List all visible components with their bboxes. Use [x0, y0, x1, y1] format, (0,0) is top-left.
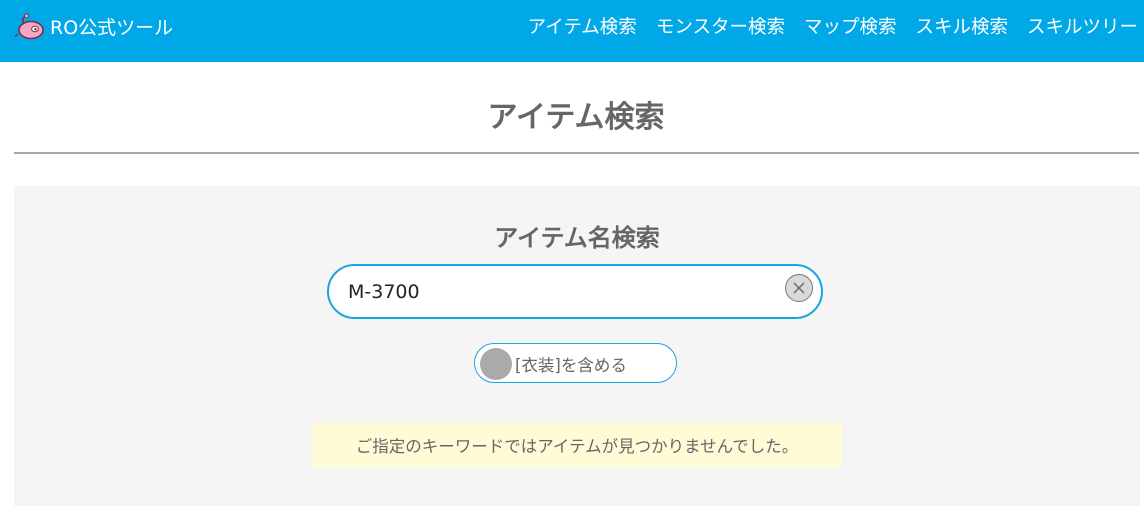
toggle-label: [衣装]を含める: [515, 356, 627, 375]
toggle-knob: [480, 348, 512, 380]
page-title: アイテム検索: [487, 100, 665, 135]
nav-item-monster-search[interactable]: モンスター検索: [656, 13, 785, 39]
poring-logo-icon: [14, 13, 44, 40]
brand-link[interactable]: RO公式ツール: [14, 12, 173, 40]
close-icon: [793, 282, 805, 294]
no-results-notice: ご指定のキーワードではアイテムが見つかりませんでした。: [312, 423, 842, 467]
search-box: [327, 264, 823, 319]
nav-item-skill-search[interactable]: スキル検索: [915, 13, 1008, 39]
nav-item-item-search[interactable]: アイテム検索: [528, 13, 637, 39]
section-title: アイテム名検索: [494, 224, 660, 252]
nav-item-map-search[interactable]: マップ検索: [804, 13, 897, 39]
include-costume-toggle[interactable]: [衣装]を含める: [474, 343, 677, 383]
main-nav: アイテム検索 モンスター検索 マップ検索 スキル検索 スキルツリー: [509, 12, 1138, 40]
top-navbar: RO公式ツール アイテム検索 モンスター検索 マップ検索 スキル検索 スキルツリ…: [0, 0, 1144, 62]
brand-label: RO公式ツール: [50, 16, 174, 39]
title-divider: [14, 152, 1139, 154]
search-panel: アイテム名検索 [衣装]を含める ご指定のキーワードではアイテムが見つかりません…: [14, 186, 1140, 506]
nav-item-skill-tree[interactable]: スキルツリー: [1027, 13, 1138, 39]
item-name-search-input[interactable]: [348, 278, 768, 306]
clear-search-button[interactable]: [785, 274, 813, 302]
